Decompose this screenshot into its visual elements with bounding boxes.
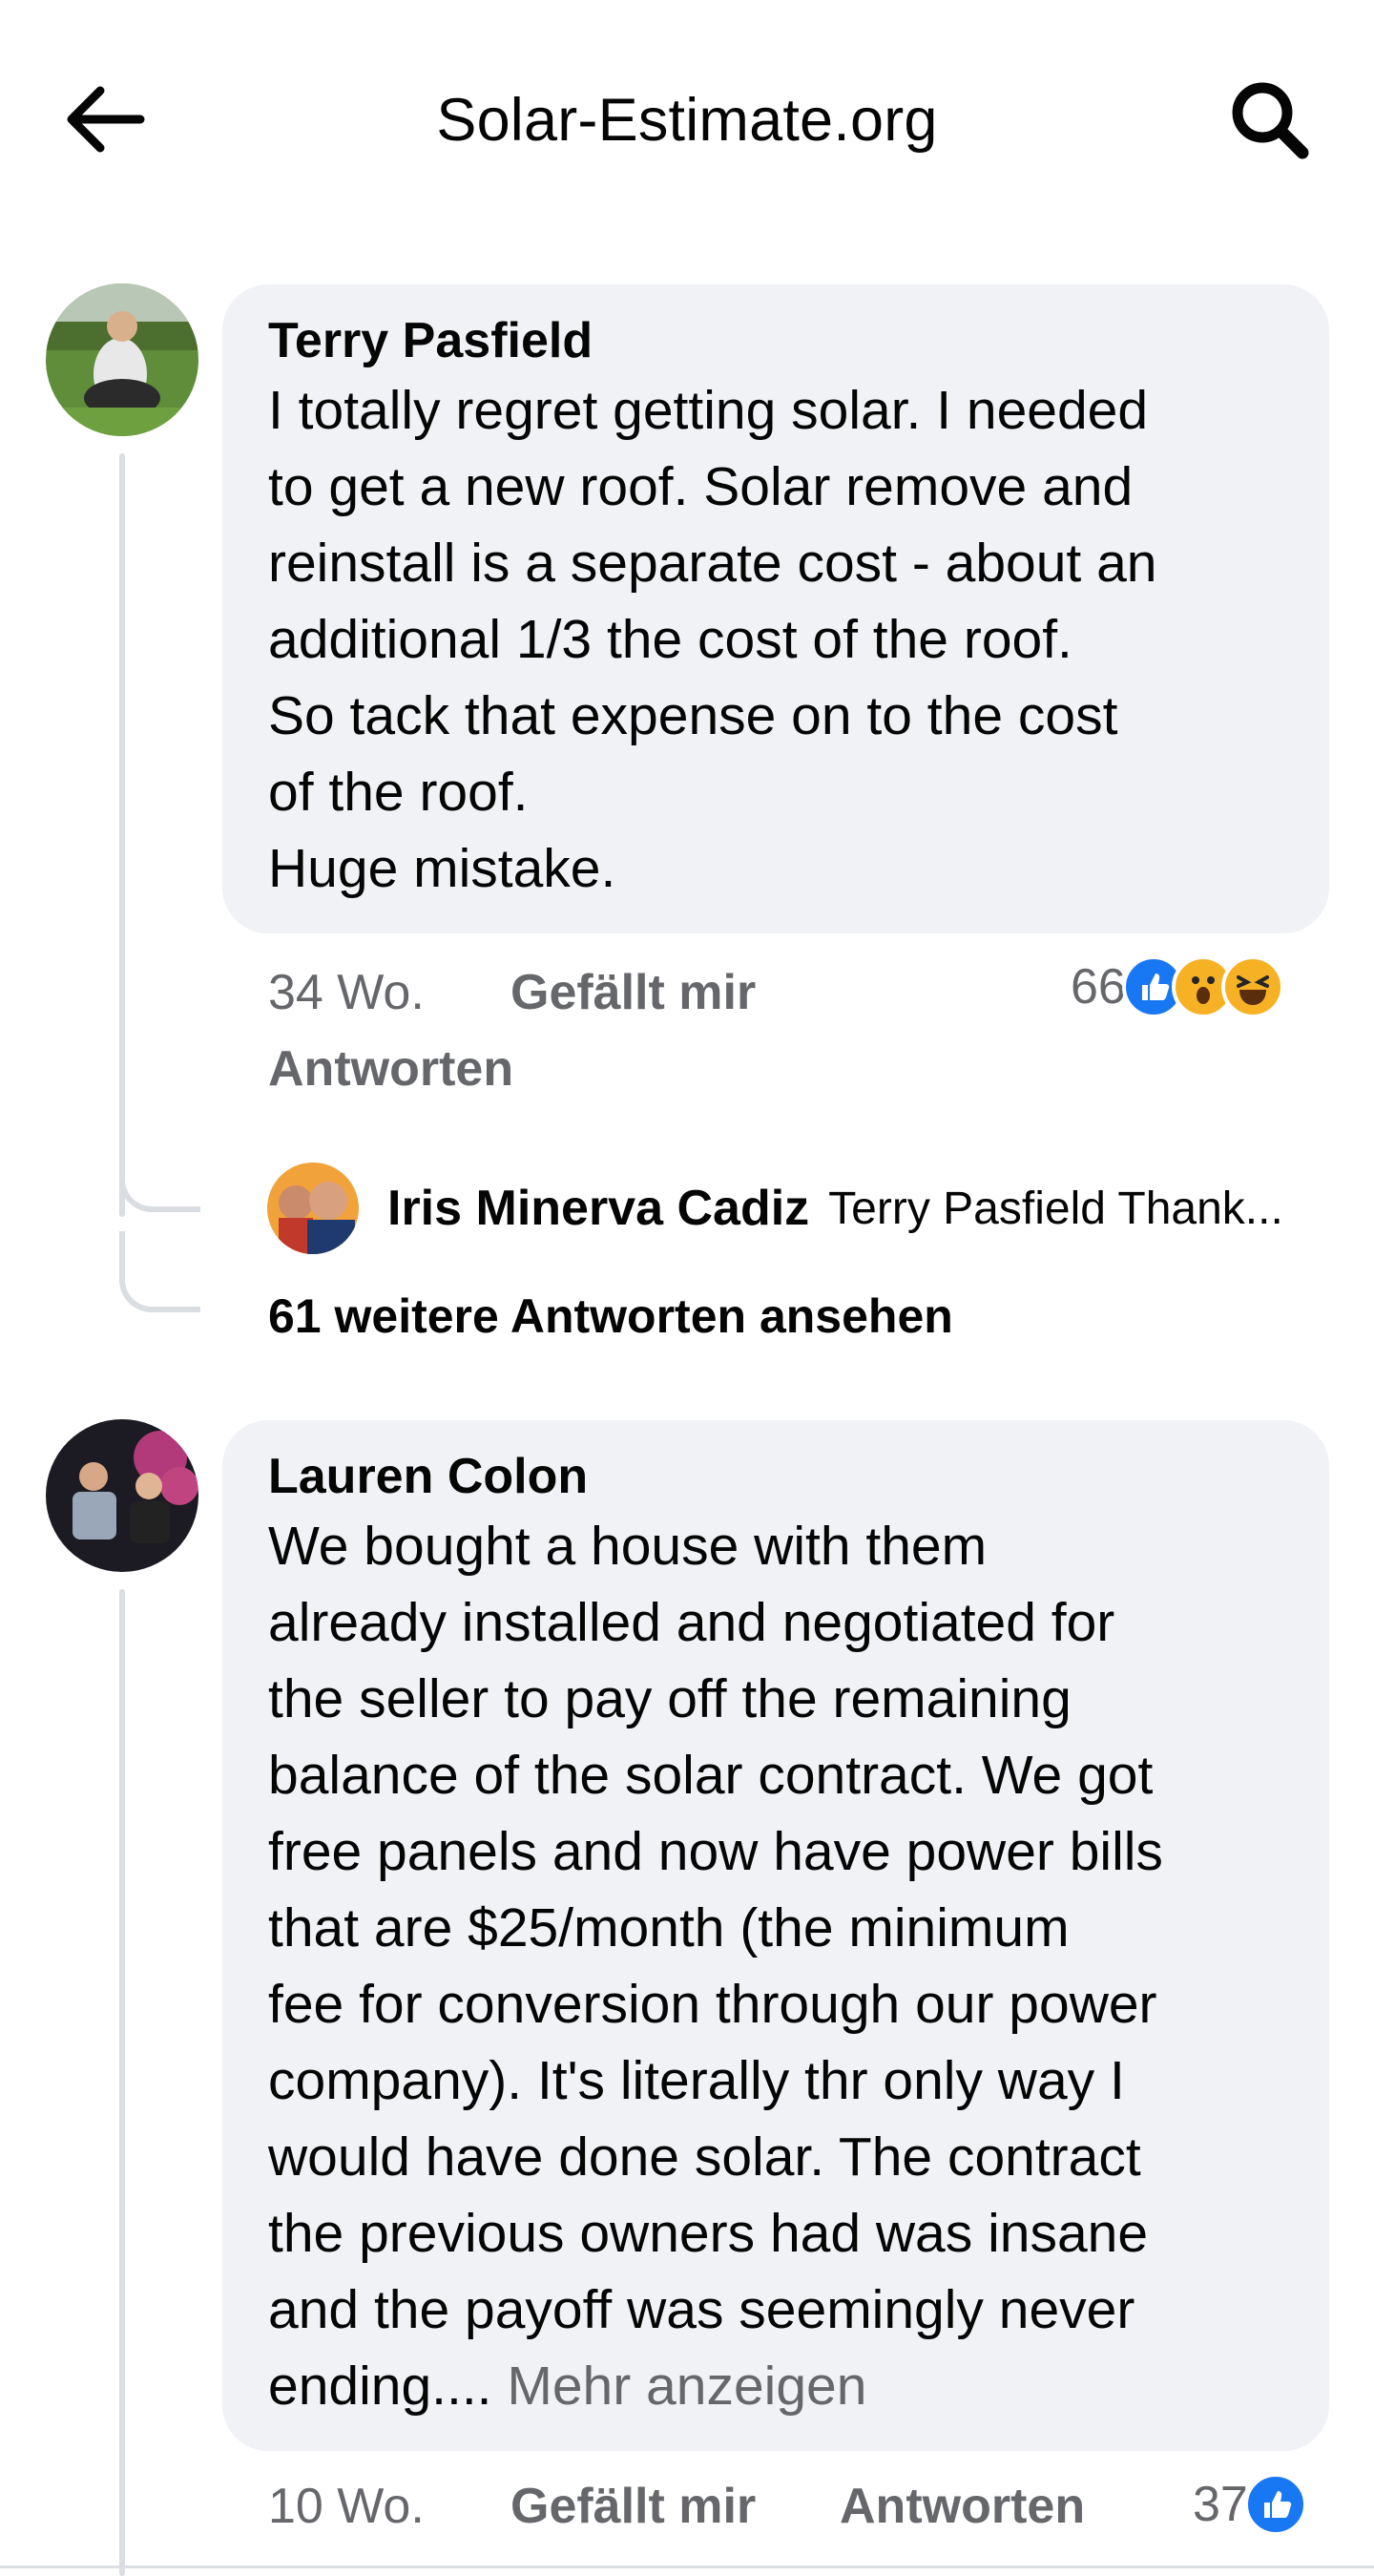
- avatar-iris-minerva-cadiz[interactable]: [267, 1162, 359, 1254]
- comment-bubble[interactable]: Terry Pasfield I totally regret getting …: [222, 284, 1329, 933]
- reaction-count: 66: [1071, 959, 1126, 1015]
- top-bar: Solar-Estimate.org: [0, 38, 1374, 200]
- avatar-terry-pasfield[interactable]: [46, 283, 198, 436]
- comments-page: Solar-Estimate.org Terry Pasfield I tota…: [0, 0, 1374, 2576]
- reply-author[interactable]: Iris Minerva Cadiz: [387, 1180, 809, 1237]
- like-button[interactable]: Gefällt mir: [510, 964, 756, 1021]
- comment-text: I totally regret getting solar. I needed…: [268, 380, 1157, 899]
- thread-line: [119, 1589, 125, 2576]
- comment-actions: 10 Wo. Gefällt mir Antworten: [268, 2478, 1127, 2554]
- user-photo: [46, 283, 198, 436]
- status-bar-remnant: [0, 0, 1374, 6]
- thread-elbow: [119, 1126, 200, 1212]
- avatar-lauren-colon[interactable]: [46, 1419, 198, 1572]
- like-reaction-icon: [1243, 2473, 1307, 2536]
- bottom-divider: [0, 2566, 1374, 2568]
- user-photo: [267, 1162, 359, 1254]
- comment-time[interactable]: 10 Wo.: [268, 2478, 425, 2535]
- reply-snippet: Terry Pasfield Thank...: [828, 1183, 1283, 1234]
- user-photo: [46, 1419, 198, 1572]
- thread-elbow: [119, 1231, 200, 1312]
- comment-body: We bought a house with them already inst…: [268, 1516, 1163, 2417]
- reaction-summary[interactable]: 37: [1193, 2470, 1307, 2539]
- reaction-summary[interactable]: 66: [1071, 953, 1284, 1021]
- haha-reaction-icon: [1220, 955, 1284, 1018]
- reply-button[interactable]: Antworten: [268, 1040, 513, 1098]
- like-button[interactable]: Gefällt mir: [510, 2478, 756, 2535]
- search-button[interactable]: [1221, 76, 1317, 162]
- reply-button[interactable]: Antworten: [840, 2478, 1085, 2535]
- see-more-link[interactable]: Mehr anzeigen: [507, 2356, 866, 2417]
- reaction-count: 37: [1193, 2477, 1248, 2532]
- page-title: Solar-Estimate.org: [436, 87, 938, 154]
- reply-preview[interactable]: Iris Minerva Cadiz Terry Pasfield Thank.…: [267, 1162, 1283, 1254]
- thread-line: [119, 453, 125, 1217]
- search-icon: [1232, 82, 1309, 159]
- comment-bubble[interactable]: Lauren Colon We bought a house with them…: [222, 1420, 1329, 2451]
- comment-author[interactable]: Terry Pasfield: [268, 311, 1283, 370]
- comment-author[interactable]: Lauren Colon: [268, 1447, 1283, 1506]
- view-more-replies-link[interactable]: 61 weitere Antworten ansehen: [268, 1288, 953, 1344]
- comment-text: We bought a house with them already inst…: [268, 1508, 1283, 2424]
- comment-time[interactable]: 34 Wo.: [268, 964, 425, 1021]
